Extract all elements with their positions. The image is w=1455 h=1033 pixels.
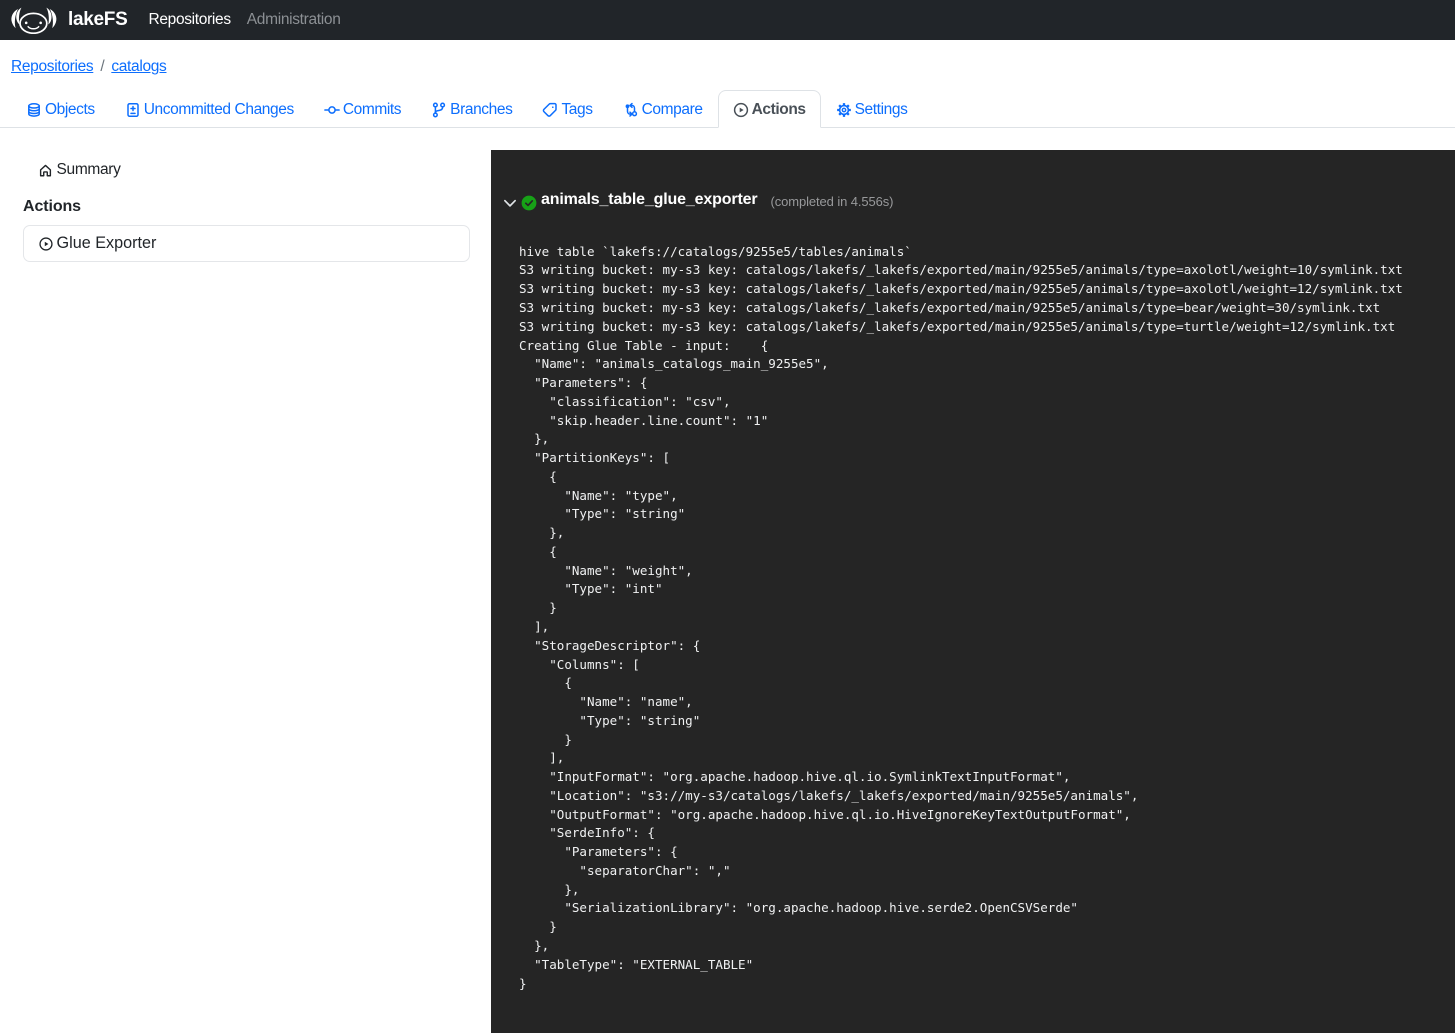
git-commit-icon (324, 102, 340, 118)
actions-heading: Actions (23, 196, 470, 218)
file-diff-icon (125, 102, 141, 118)
tab-label: Uncommitted Changes (144, 100, 294, 120)
play-circle-icon (733, 102, 749, 118)
run-output-panel: animals_table_glue_exporter (completed i… (491, 150, 1455, 1033)
tab-compare[interactable]: Compare (608, 90, 718, 128)
tab-label: Tags (561, 100, 592, 120)
run-log-output: hive table `lakefs://catalogs/9255e5/tab… (519, 243, 1455, 994)
top-navbar: lakeFS Repositories Administration (0, 0, 1455, 40)
breadcrumb-separator: / (93, 56, 111, 77)
breadcrumb-catalogs-link[interactable]: catalogs (111, 56, 166, 77)
tab-branches[interactable]: Branches (416, 90, 527, 128)
tab-label: Actions (752, 100, 806, 120)
action-item-glue-exporter[interactable]: Glue Exporter (23, 225, 471, 262)
tab-objects[interactable]: Objects (11, 90, 110, 128)
database-icon (26, 102, 42, 118)
chevron-down-icon (502, 195, 518, 211)
breadcrumb-repositories-link[interactable]: Repositories (11, 56, 93, 77)
tab-commits[interactable]: Commits (309, 90, 416, 128)
main-content: Summary Actions Glue Exporter animals_ta… (0, 128, 1455, 1033)
tab-label: Compare (642, 100, 703, 120)
tab-label: Branches (450, 100, 512, 120)
tab-uncommitted-changes[interactable]: Uncommitted Changes (110, 90, 309, 128)
tab-label: Settings (855, 100, 908, 120)
tab-actions[interactable]: Actions (718, 90, 821, 128)
git-branch-icon (431, 102, 447, 118)
brand-title: lakeFS (68, 9, 127, 31)
repository-tab-bar: Objects Uncommitted Changes Commits Bran… (0, 90, 1455, 128)
tag-icon (542, 102, 558, 118)
tab-tags[interactable]: Tags (527, 90, 607, 128)
breadcrumb: Repositories / catalogs (0, 40, 1455, 77)
play-circle-icon (39, 237, 53, 251)
action-item-label: Glue Exporter (57, 234, 157, 253)
run-elapsed: (completed in 4.556s) (771, 194, 894, 209)
run-header: animals_table_glue_exporter (completed i… (502, 194, 1455, 212)
git-compare-icon (623, 102, 639, 118)
sidebar-item-label: Summary (57, 160, 121, 180)
home-icon (38, 163, 53, 178)
collapse-toggle[interactable] (502, 195, 518, 211)
actions-sidebar: Summary Actions Glue Exporter (0, 150, 491, 1033)
tab-label: Commits (343, 100, 401, 120)
run-title[interactable]: animals_table_glue_exporter (541, 191, 758, 209)
nav-item-repositories[interactable]: Repositories (140, 11, 238, 29)
lakefs-logo-icon (10, 7, 58, 34)
tab-label: Objects (45, 100, 95, 120)
sidebar-item-summary[interactable]: Summary (23, 152, 136, 188)
check-circle-icon (521, 195, 537, 211)
tab-settings[interactable]: Settings (821, 90, 923, 128)
nav-item-administration[interactable]: Administration (239, 11, 349, 29)
gear-icon (836, 102, 852, 118)
